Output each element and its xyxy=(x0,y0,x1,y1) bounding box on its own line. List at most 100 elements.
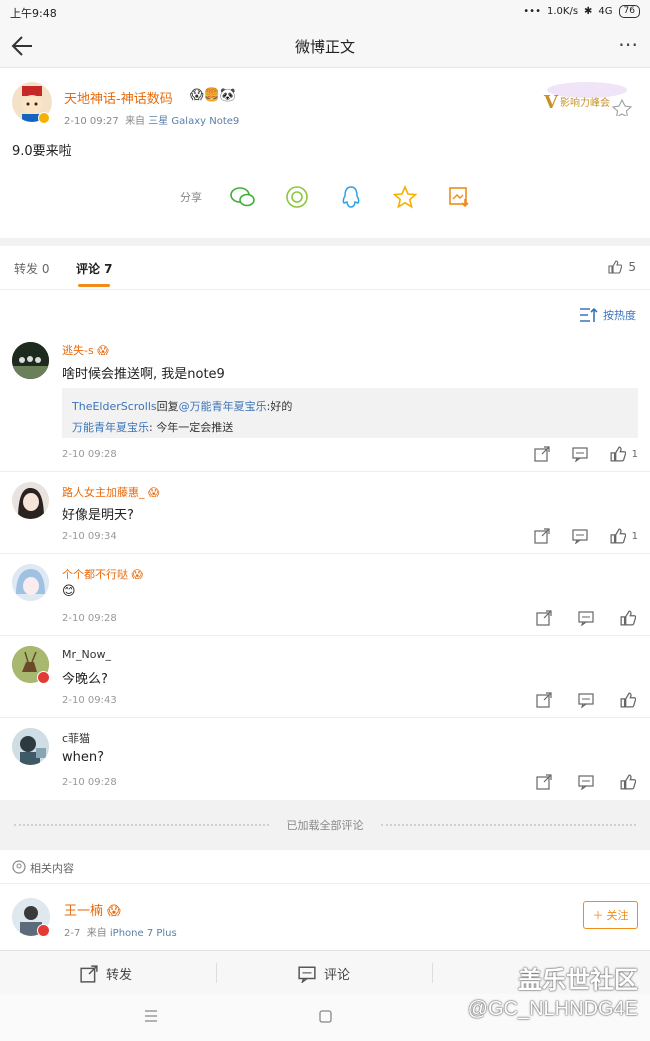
share-comment-icon[interactable] xyxy=(536,692,552,708)
commenter-name[interactable]: 个个都不行哒 😱 xyxy=(62,566,143,582)
share-comment-icon[interactable] xyxy=(534,528,550,544)
like-comment-button[interactable]: 1 xyxy=(610,446,638,462)
post-meta: 2-10 09:27 来自 三星 Galaxy Note9 xyxy=(64,112,239,127)
commenter-avatar[interactable] xyxy=(12,342,49,379)
comment-item: Mr_Now_ 今晚么? 2-10 09:43 xyxy=(0,636,650,718)
tab-likes[interactable]: 5 xyxy=(608,260,636,274)
smile-emoji-icon: 😊 xyxy=(62,584,76,599)
related-label: 相关内容 xyxy=(30,862,74,875)
status-bar: 上午9:48 ••• 1.0K/s ✱ 4G 76 xyxy=(0,0,650,24)
share-comment-icon[interactable] xyxy=(536,774,552,790)
commenter-name[interactable]: c菲猫 xyxy=(62,730,90,746)
share-comment-icon[interactable] xyxy=(536,610,552,626)
tab-repost[interactable]: 转发 0 xyxy=(14,260,49,277)
post-source[interactable]: 三星 Galaxy Note9 xyxy=(148,116,239,127)
tab-comment[interactable]: 评论 7 xyxy=(76,260,113,277)
reply-user-link[interactable]: 万能青年夏宝乐 xyxy=(72,421,149,434)
vip-badge-icon xyxy=(37,924,50,937)
reply-comment-icon[interactable] xyxy=(572,528,588,544)
commenter-avatar[interactable] xyxy=(12,728,49,765)
plus-icon: ＋ xyxy=(592,909,604,922)
commenter-avatar[interactable] xyxy=(12,564,49,601)
commenter-name[interactable]: 逃失-s 😱 xyxy=(62,342,109,358)
reply-comment-icon[interactable] xyxy=(578,774,594,790)
comment-actions xyxy=(536,774,636,790)
like-comment-button[interactable] xyxy=(620,692,636,708)
reply-mention-link[interactable]: @万能青年夏宝乐 xyxy=(179,400,267,413)
sort-icon xyxy=(580,307,598,322)
post-text: 9.0要来啦 xyxy=(12,144,72,159)
likes-count: 5 xyxy=(628,260,636,274)
share-comment-icon[interactable] xyxy=(534,446,550,462)
comment-actions xyxy=(536,692,636,708)
like-comment-button[interactable] xyxy=(620,774,636,790)
influence-summit-badge: V 影响力峰会 xyxy=(542,80,633,118)
moments-icon[interactable] xyxy=(284,184,310,210)
watermark-handle: @GC_NLHNDG4E xyxy=(467,998,638,1020)
tab-bar: 转发 0 评论 7 5 xyxy=(0,246,650,290)
favorite-star-icon[interactable] xyxy=(392,184,418,210)
divider-dots-right xyxy=(381,824,636,826)
thumb-up-icon xyxy=(608,260,623,274)
author-name[interactable]: 天地神话-神话数码 xyxy=(64,88,173,107)
verified-badge-icon xyxy=(38,112,50,124)
reply-user-link[interactable]: TheElderScrolls xyxy=(72,400,157,413)
comment-time: 2-10 09:28 xyxy=(62,777,117,788)
vip-emoji-icon: 😱 xyxy=(148,486,160,499)
comment-text: 啥时候会推送啊, 我是note9 xyxy=(62,367,225,382)
reply-comment-icon[interactable] xyxy=(578,692,594,708)
watermark-community: 盖乐世社区 xyxy=(518,967,638,994)
sort-label: 按热度 xyxy=(603,309,636,322)
like-comment-button[interactable] xyxy=(620,610,636,626)
reply-comment-icon[interactable] xyxy=(578,610,594,626)
comment-item: 个个都不行哒 😱 😊 2-10 09:28 xyxy=(0,554,650,636)
related-user-card[interactable]: 王一楠 😱 2-7 来自 iPhone 7 Plus ＋关注 xyxy=(0,884,650,950)
related-header: 相关内容 xyxy=(0,850,650,884)
save-image-icon[interactable] xyxy=(446,184,472,210)
comment-text: 好像是明天? xyxy=(62,508,134,523)
bluetooth-icon: ✱ xyxy=(584,6,593,17)
more-dots-icon: ••• xyxy=(523,6,541,17)
reply-box[interactable]: TheElderScrolls回复@万能青年夏宝乐:好的 万能青年夏宝乐: 今年… xyxy=(62,388,638,438)
home-square-icon[interactable] xyxy=(319,1010,332,1023)
all-comments-loaded: 已加载全部评论 xyxy=(0,800,650,850)
share-row: 分享 xyxy=(180,184,472,210)
vip-badge-icon xyxy=(37,671,50,684)
bottom-comment-button[interactable]: 评论 xyxy=(298,964,350,983)
active-tab-indicator xyxy=(78,284,110,287)
more-menu-icon[interactable]: ⋯ xyxy=(618,32,640,56)
commenter-name[interactable]: 路人女主加藤惠_ 😱 xyxy=(62,484,159,500)
commenter-avatar[interactable] xyxy=(12,482,49,519)
commenter-name[interactable]: Mr_Now_ xyxy=(62,648,111,661)
net-speed: 1.0K/s xyxy=(546,6,579,17)
comment-actions xyxy=(536,610,636,626)
like-count: 1 xyxy=(631,530,638,542)
bar-separator xyxy=(216,963,217,983)
comment-text: 今晚么? xyxy=(62,672,108,687)
reply-line: 万能青年夏宝乐: 今年一定会推送 xyxy=(72,421,234,434)
comment-time: 2-10 09:43 xyxy=(62,695,117,706)
comment-time: 2-10 09:28 xyxy=(62,613,117,624)
comment-actions: 1 xyxy=(534,528,638,544)
section-divider xyxy=(0,238,650,246)
comment-time: 2-10 09:34 xyxy=(62,531,117,542)
svg-text:V: V xyxy=(543,92,559,113)
sort-by-hot[interactable]: 按热度 xyxy=(579,307,636,323)
like-comment-button[interactable]: 1 xyxy=(610,528,638,544)
reply-comment-icon[interactable] xyxy=(572,446,588,462)
menu-icon[interactable] xyxy=(144,1010,158,1022)
battery-level: 76 xyxy=(618,5,640,18)
bottom-repost-button[interactable]: 转发 xyxy=(80,964,132,983)
qq-icon[interactable] xyxy=(338,184,364,210)
bar-separator xyxy=(432,963,433,983)
post-time: 2-10 09:27 xyxy=(64,116,119,127)
page-title: 微博正文 xyxy=(294,38,355,56)
title-bar: 微博正文 ⋯ xyxy=(0,24,650,68)
source-prefix: 来自 xyxy=(125,116,146,127)
related-user-name[interactable]: 王一楠 😱 xyxy=(64,900,121,919)
follow-button[interactable]: ＋关注 xyxy=(583,901,638,929)
location-pin-icon xyxy=(12,860,26,874)
wechat-icon[interactable] xyxy=(230,184,256,210)
comment-actions: 1 xyxy=(534,446,638,462)
reply-line: TheElderScrolls回复@万能青年夏宝乐:好的 xyxy=(72,400,293,413)
